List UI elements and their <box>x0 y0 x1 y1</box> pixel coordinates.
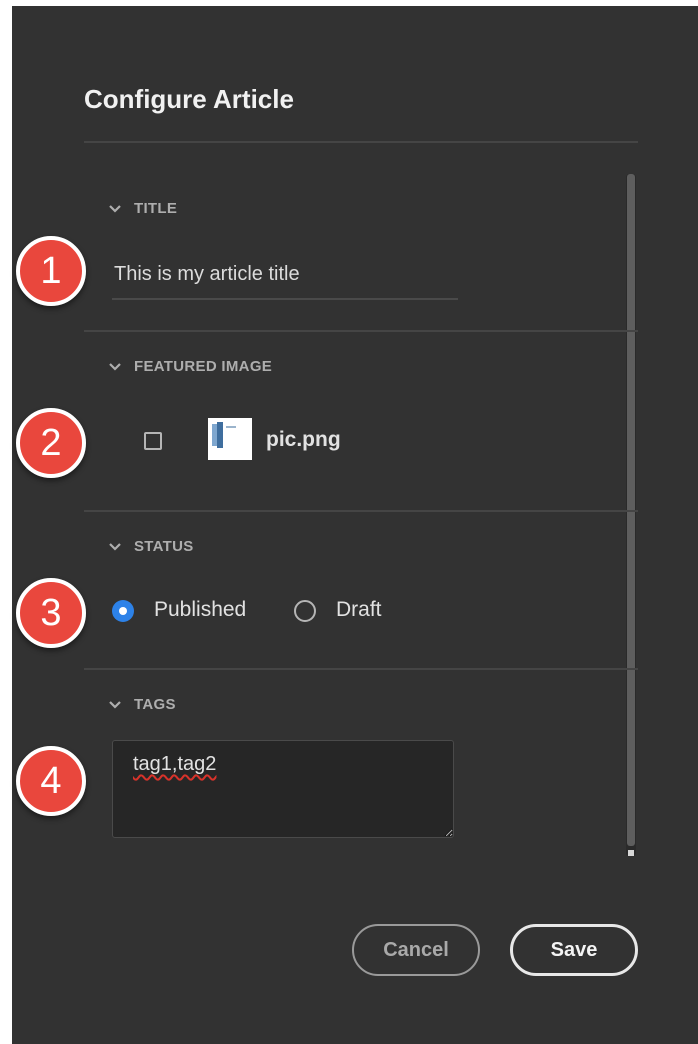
section-header-status-label: STATUS <box>134 538 194 555</box>
callout-badge-3: 3 <box>16 578 86 648</box>
section-header-tags-label: TAGS <box>134 696 176 713</box>
callout-badge-1: 1 <box>16 236 86 306</box>
section-header-title-label: TITLE <box>134 200 178 217</box>
section-header-status[interactable]: STATUS <box>108 538 194 555</box>
dialog-title: Configure Article <box>84 84 294 114</box>
configure-article-dialog: Configure Article TITLE FEATURED IMAGE p… <box>12 6 698 1044</box>
callout-badge-2: 2 <box>16 408 86 478</box>
section-divider <box>84 330 638 332</box>
section-header-tags[interactable]: TAGS <box>108 696 176 713</box>
status-radio-draft[interactable] <box>294 600 316 622</box>
title-divider <box>84 141 638 143</box>
chevron-down-icon[interactable] <box>108 542 122 552</box>
section-divider <box>84 510 638 512</box>
featured-image-checkbox[interactable] <box>144 432 162 450</box>
status-radio-draft-label[interactable]: Draft <box>336 598 382 622</box>
chevron-down-icon[interactable] <box>108 204 122 214</box>
image-thumbnail-icon <box>208 418 252 460</box>
cancel-button[interactable]: Cancel <box>352 924 480 976</box>
chevron-down-icon[interactable] <box>108 362 122 372</box>
section-header-featured-image-label: FEATURED IMAGE <box>134 358 273 375</box>
scrollbar-end-marker <box>628 850 634 856</box>
section-header-featured-image[interactable]: FEATURED IMAGE <box>108 358 272 375</box>
callout-badge-4: 4 <box>16 746 86 816</box>
chevron-down-icon[interactable] <box>108 700 122 710</box>
save-button[interactable]: Save <box>510 924 638 976</box>
status-radio-published-label[interactable]: Published <box>154 598 246 622</box>
status-radio-published[interactable] <box>112 600 134 622</box>
section-divider <box>84 668 638 670</box>
section-header-title[interactable]: TITLE <box>108 200 177 217</box>
featured-image-filename: pic.png <box>266 428 341 451</box>
scrollbar[interactable] <box>626 174 636 856</box>
article-title-input[interactable] <box>112 250 458 300</box>
tags-textarea[interactable]: tag1,tag2 <box>112 740 454 838</box>
